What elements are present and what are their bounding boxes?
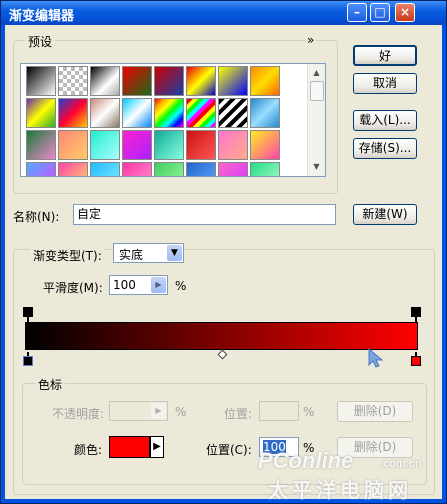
preset-swatch[interactable] — [218, 66, 248, 96]
opacity-stop-left[interactable] — [23, 307, 33, 317]
preset-swatch[interactable] — [186, 130, 216, 160]
preset-swatch[interactable] — [186, 66, 216, 96]
preset-swatch[interactable] — [58, 98, 88, 128]
preset-swatch[interactable] — [26, 162, 56, 176]
gradient-type-label: 渐变类型(T): — [30, 247, 105, 264]
color-stop-left[interactable] — [23, 356, 33, 366]
color-stop-group-label: 色标 — [35, 376, 66, 393]
maximize-button[interactable]: □ — [370, 3, 390, 22]
close-button[interactable]: × — [395, 3, 415, 22]
gradient-type-select[interactable]: 实底 ▼ — [113, 243, 184, 263]
preset-swatch[interactable] — [26, 130, 56, 160]
preset-swatch[interactable] — [26, 66, 56, 96]
smoothness-input[interactable]: 100 ▶ — [109, 275, 168, 295]
opacity-location-percent: % — [303, 405, 315, 419]
preset-swatch[interactable] — [122, 98, 152, 128]
watermark-cn: 太平洋电脑网 — [268, 478, 412, 502]
watermark-logo: PConline — [258, 448, 354, 473]
preset-swatch[interactable] — [154, 162, 184, 176]
preset-swatch[interactable] — [58, 130, 88, 160]
close-icon: × — [399, 5, 411, 19]
opacity-location-input — [259, 401, 299, 421]
save-button[interactable]: 存储(S)... — [353, 138, 417, 159]
preset-swatch[interactable] — [250, 98, 280, 128]
mouse-cursor-icon — [368, 347, 384, 368]
preset-swatch[interactable] — [58, 162, 88, 176]
minimize-button[interactable]: – — [347, 3, 367, 22]
delete-opacity-stop-button: 删除(D) — [337, 401, 413, 422]
smoothness-percent: % — [175, 279, 187, 293]
opacity-location-label: 位置: — [224, 407, 253, 421]
chevron-right-icon[interactable]: ▶ — [151, 277, 166, 293]
window-title: 渐变编辑器 — [9, 9, 75, 24]
opacity-label: 不透明度: — [52, 407, 105, 421]
smoothness-value: 100 — [113, 278, 136, 292]
color-stop-group — [22, 383, 427, 485]
ok-button[interactable]: 好 — [353, 45, 417, 66]
scroll-down-icon[interactable]: ▼ — [310, 160, 323, 173]
color-location-label: 位置(C): — [206, 443, 252, 457]
presets-scrollbar[interactable]: ▲ ▼ — [307, 64, 325, 176]
preset-swatch[interactable] — [154, 130, 184, 160]
preset-swatch[interactable] — [90, 66, 120, 96]
preset-swatch[interactable] — [250, 66, 280, 96]
color-stop-right[interactable] — [411, 356, 421, 366]
preset-swatch[interactable] — [90, 98, 120, 128]
scroll-up-icon[interactable]: ▲ — [310, 66, 323, 79]
dialog-body: 预设 » ▲ ▼ 好 取消 载入(L)... 存储(S)... 名称(N): 自… — [5, 25, 442, 499]
minimize-icon: – — [354, 5, 360, 19]
chevron-down-icon[interactable]: ▼ — [167, 245, 182, 261]
preset-swatch[interactable] — [218, 130, 248, 160]
scroll-thumb[interactable] — [310, 81, 324, 101]
load-button[interactable]: 载入(L)... — [353, 110, 417, 131]
color-swatch[interactable] — [109, 436, 150, 458]
preset-swatch[interactable] — [90, 130, 120, 160]
preset-swatch[interactable] — [186, 162, 216, 176]
color-label: 颜色: — [74, 443, 103, 457]
color-menu-arrow-icon[interactable]: ▶ — [150, 436, 164, 458]
preset-swatch[interactable] — [90, 162, 120, 176]
name-input[interactable]: 自定 — [73, 204, 336, 225]
opacity-percent: % — [175, 405, 187, 419]
maximize-icon: □ — [374, 5, 386, 19]
presets-menu-icon[interactable]: » — [305, 33, 317, 47]
new-button[interactable]: 新建(W) — [353, 204, 417, 225]
preset-swatch[interactable] — [186, 98, 216, 128]
preset-swatch[interactable] — [122, 130, 152, 160]
preset-swatch[interactable] — [250, 130, 280, 160]
preset-swatch[interactable] — [218, 162, 248, 176]
smoothness-label: 平滑度(M): — [43, 281, 103, 295]
preset-swatch[interactable] — [26, 98, 56, 128]
chevron-right-icon: ▶ — [151, 403, 166, 419]
name-label: 名称(N): — [13, 210, 60, 224]
preset-swatch[interactable] — [218, 98, 248, 128]
preset-swatch[interactable] — [250, 162, 280, 176]
preset-swatch[interactable] — [58, 66, 88, 96]
title-bar[interactable]: 渐变编辑器 – □ × — [1, 1, 446, 25]
preset-swatch-grid[interactable]: ▲ ▼ — [20, 63, 326, 177]
opacity-stop-right[interactable] — [411, 307, 421, 317]
gradient-preview-bar[interactable] — [25, 322, 418, 350]
preset-swatch[interactable] — [122, 162, 152, 176]
gradient-type-value: 实底 — [119, 248, 144, 262]
watermark-suffix: .com.cn — [380, 458, 422, 470]
opacity-input: ▶ — [109, 401, 168, 421]
preset-swatch[interactable] — [122, 66, 152, 96]
cancel-button[interactable]: 取消 — [353, 73, 417, 94]
presets-label: 预设 — [25, 33, 56, 50]
preset-swatch[interactable] — [154, 98, 184, 128]
preset-swatch[interactable] — [154, 66, 184, 96]
gradient-editor-window: 渐变编辑器 – □ × 预设 » ▲ ▼ 好 取消 载入(L)... 存储(S)… — [0, 0, 447, 504]
